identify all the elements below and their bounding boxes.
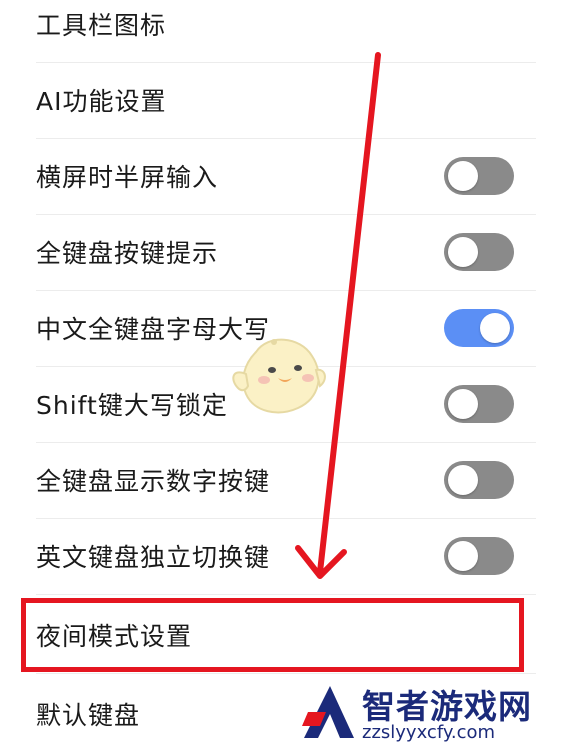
settings-item-label: 默认键盘 — [36, 701, 141, 730]
watermark-url: zzslyyxcfy.com — [362, 722, 496, 743]
settings-item-label: 工具栏图标 — [36, 11, 167, 40]
settings-item-ai-functions[interactable]: AI功能设置 — [36, 62, 536, 139]
settings-item-label: 英文键盘独立切换键 — [36, 543, 271, 572]
settings-item-label: Shift键大写锁定 — [36, 391, 228, 420]
settings-item-label: 横屏时半屏输入 — [36, 163, 219, 192]
toggle-knob — [448, 465, 478, 495]
english-switch-key-toggle[interactable] — [444, 537, 514, 575]
landscape-half-screen-toggle[interactable] — [444, 157, 514, 195]
watermark: 智者游戏网 zzslyyxcfy.com — [300, 678, 563, 747]
watermark-title: 智者游戏网 — [362, 687, 532, 726]
shift-caps-lock-toggle[interactable] — [444, 385, 514, 423]
toggle-knob — [480, 313, 510, 343]
settings-item-label: 全键盘按键提示 — [36, 239, 219, 268]
number-keys-toggle[interactable] — [444, 461, 514, 499]
key-hint-toggle[interactable] — [444, 233, 514, 271]
toggle-knob — [448, 541, 478, 571]
chick-mascot-icon — [232, 338, 326, 414]
settings-item-label: AI功能设置 — [36, 87, 167, 116]
toggle-knob — [448, 389, 478, 419]
toggle-knob — [448, 237, 478, 267]
settings-item-english-switch-key: 英文键盘独立切换键 — [36, 518, 536, 595]
watermark-logo-icon — [302, 686, 354, 738]
night-mode-highlight-box — [21, 598, 524, 672]
settings-item-label: 全键盘显示数字按键 — [36, 467, 271, 496]
settings-item-key-hint: 全键盘按键提示 — [36, 214, 536, 291]
settings-item-toolbar-icons[interactable]: 工具栏图标 — [36, 0, 536, 63]
settings-item-landscape-half-screen: 横屏时半屏输入 — [36, 138, 536, 215]
toggle-knob — [448, 161, 478, 191]
chinese-uppercase-toggle[interactable] — [444, 309, 514, 347]
settings-item-number-keys: 全键盘显示数字按键 — [36, 442, 536, 519]
